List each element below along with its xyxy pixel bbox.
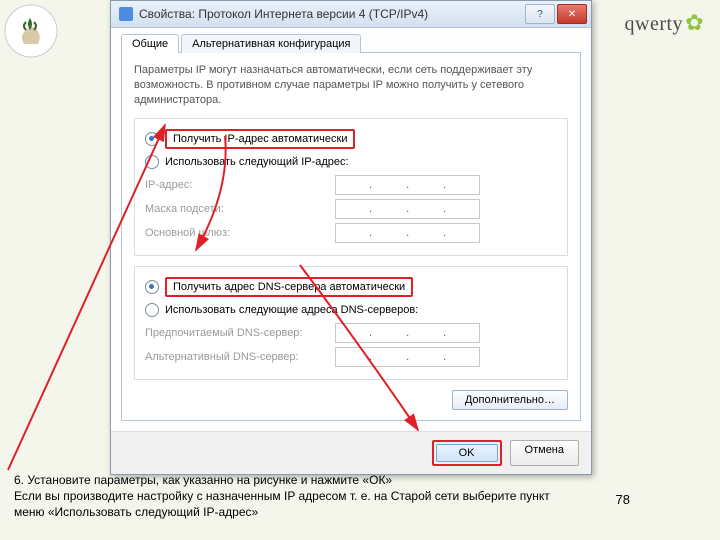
instruction-text: 6. Установите параметры, как указанно на… — [14, 472, 574, 521]
ip-group: Получить IP-адрес автоматически Использо… — [134, 118, 568, 256]
label-ip-address: IP-адрес: — [145, 179, 335, 191]
dns-pref-input: ... — [335, 323, 480, 343]
tab-alternate[interactable]: Альтернативная конфигурация — [181, 34, 361, 53]
window-icon — [119, 7, 133, 21]
tab-general[interactable]: Общие — [121, 34, 179, 53]
page-number: 78 — [616, 492, 630, 507]
cancel-button[interactable]: Отмена — [510, 440, 579, 466]
label-dns-pref: Предпочитаемый DNS-сервер: — [145, 327, 335, 339]
intro-text: Параметры IP могут назначаться автоматич… — [134, 63, 568, 108]
label-dns-manual: Использовать следующие адреса DNS-сервер… — [165, 304, 418, 316]
flower-icon: ✿ — [685, 10, 704, 35]
label-ip-auto: Получить IP-адрес автоматически — [173, 133, 347, 145]
dns-alt-input: ... — [335, 347, 480, 367]
hands-leaf-logo — [4, 4, 58, 58]
highlight-dns-auto: Получить адрес DNS-сервера автоматически — [165, 277, 413, 297]
radio-dns-manual[interactable] — [145, 303, 159, 317]
brand-text: qwerty✿ — [625, 10, 704, 36]
radio-dns-auto[interactable] — [145, 280, 159, 294]
highlight-ip-auto: Получить IP-адрес автоматически — [165, 129, 355, 149]
instruction-line2: Если вы производите настройку с назначен… — [14, 488, 574, 520]
dialog-buttons: OK Отмена — [111, 431, 591, 474]
titlebar[interactable]: Свойства: Протокол Интернета версии 4 (T… — [111, 1, 591, 28]
label-ip-manual: Использовать следующий IP-адрес: — [165, 156, 349, 168]
advanced-button[interactable]: Дополнительно… — [452, 390, 568, 410]
highlight-ok: OK — [432, 440, 502, 466]
label-subnet-mask: Маска подсети: — [145, 203, 335, 215]
instruction-line1: 6. Установите параметры, как указанно на… — [14, 472, 574, 488]
radio-ip-manual[interactable] — [145, 155, 159, 169]
ok-button[interactable]: OK — [436, 444, 498, 462]
ip-address-input: ... — [335, 175, 480, 195]
close-button[interactable]: ✕ — [557, 4, 587, 24]
window-title: Свойства: Протокол Интернета версии 4 (T… — [139, 7, 523, 21]
help-button[interactable]: ? — [525, 4, 555, 24]
subnet-mask-input: ... — [335, 199, 480, 219]
radio-ip-auto[interactable] — [145, 132, 159, 146]
label-gateway: Основной шлюз: — [145, 227, 335, 239]
tab-pane-general: Параметры IP могут назначаться автоматич… — [121, 52, 581, 421]
label-dns-auto: Получить адрес DNS-сервера автоматически — [173, 281, 405, 293]
ipv4-properties-dialog: Свойства: Протокол Интернета версии 4 (T… — [110, 0, 592, 475]
label-dns-alt: Альтернативный DNS-сервер: — [145, 351, 335, 363]
gateway-input: ... — [335, 223, 480, 243]
dns-group: Получить адрес DNS-сервера автоматически… — [134, 266, 568, 380]
